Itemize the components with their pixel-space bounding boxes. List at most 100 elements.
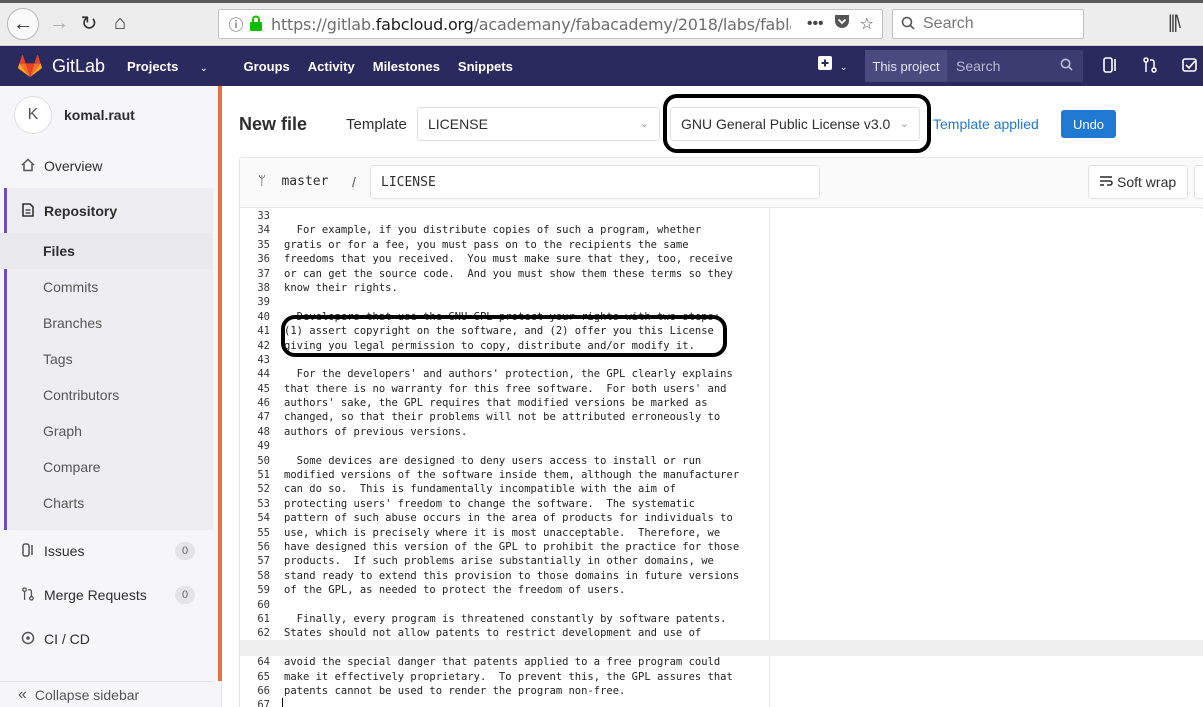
code-line[interactable]: 59 of the GPL, as needed to protect the f… — [240, 583, 769, 598]
code-line[interactable]: 62 States should not allow patents to res… — [240, 626, 769, 641]
library-icon[interactable]: |||\ — [1168, 12, 1181, 33]
code-line[interactable]: 65 make it effectively proprietary. To pr… — [240, 669, 769, 684]
todo-icon[interactable] — [1182, 57, 1198, 77]
editor-options-button[interactable] — [1194, 165, 1203, 199]
reload-icon[interactable]: ↻ — [74, 8, 104, 38]
nav-activity[interactable]: Activity — [308, 59, 355, 74]
new-menu-button[interactable]: ⌄ — [818, 56, 847, 73]
code-line[interactable]: 36 freedoms that you received. You must m… — [240, 252, 769, 267]
code-line[interactable]: 53 protecting users' freedom to change th… — [240, 496, 769, 512]
code-line[interactable]: 54 pattern of such abuse occurs in the ar… — [240, 511, 769, 526]
code-line[interactable]: 33 — [240, 209, 769, 224]
sidebar-subitem-files[interactable]: Files — [0, 233, 213, 269]
editor-blank-area[interactable] — [770, 209, 1203, 707]
pocket-icon[interactable] — [834, 14, 850, 34]
code-editor[interactable]: 33 34 For example, if you distribute copi… — [240, 209, 770, 707]
code-line[interactable]: 60 — [240, 597, 769, 612]
sidebar-subitem-charts[interactable]: Charts — [0, 485, 213, 521]
code-line[interactable]: 52 can do so. This is fundamentally incom… — [240, 482, 769, 497]
bookmark-star-icon[interactable]: ☆ — [860, 14, 874, 34]
line-number: 33 — [240, 209, 274, 224]
sidebar-item-overview[interactable]: Overview — [0, 148, 213, 184]
template-type-select[interactable]: LICENSE ⌄ — [417, 107, 660, 141]
line-number: 37 — [240, 266, 274, 281]
line-text: Finally, every program is threatened con… — [284, 612, 727, 625]
code-line[interactable]: 45 that there is no warranty for this fre… — [240, 381, 769, 397]
code-line[interactable]: 48 authors of previous versions. — [240, 424, 769, 440]
line-number: 67 — [240, 698, 274, 707]
code-line[interactable]: 58 stand ready to extend this provision t… — [240, 568, 769, 584]
home-icon[interactable]: ⌂ — [105, 8, 135, 38]
line-number: 61 — [240, 611, 274, 627]
code-line[interactable]: 37 or can get the source code. And you mu… — [240, 266, 769, 281]
gitlab-logo[interactable]: GitLab — [18, 55, 105, 77]
code-line[interactable]: 56 have designed this version of the GPL … — [240, 539, 769, 555]
avatar: K — [14, 96, 52, 134]
branch-icon: ᛘ — [258, 174, 266, 189]
nav-snippets[interactable]: Snippets — [458, 59, 513, 74]
code-line[interactable]: 66 patents cannot be used to render the p… — [240, 683, 769, 699]
line-text: freedoms that you received. You must mak… — [284, 253, 733, 266]
undo-button[interactable]: Undo — [1061, 110, 1116, 138]
sidebar-subitem-branches[interactable]: Branches — [0, 305, 213, 341]
sidebar-item-issues[interactable]: Issues 0 — [0, 533, 213, 569]
nav-projects[interactable]: Projects ⌄ — [127, 59, 225, 74]
code-line[interactable]: 46 authors' sake, the GPL requires that m… — [240, 396, 769, 411]
sidebar-subitem-commits[interactable]: Commits — [0, 269, 213, 305]
back-arrow-icon[interactable]: ← — [7, 8, 39, 40]
line-text: that there is no warranty for this free … — [284, 382, 727, 395]
line-text: authors of previous versions. — [284, 425, 468, 438]
code-line[interactable]: 64 avoid the special danger that patents … — [240, 655, 769, 670]
line-number: 38 — [240, 280, 274, 296]
file-editor: ᛘ master / LICENSE Soft wrap 33 34 For ex… — [239, 157, 1203, 707]
home-icon — [18, 157, 38, 175]
line-text: protecting users' freedom to change the … — [284, 497, 695, 510]
forward-arrow-icon[interactable]: → — [44, 8, 74, 38]
gitlab-search-input[interactable]: Search — [947, 50, 1083, 82]
address-bar[interactable]: ⓘ https://gitlab.fabcloud.org/academany/… — [218, 9, 883, 39]
line-number: 59 — [240, 583, 274, 598]
sidebar-subitem-tags[interactable]: Tags — [0, 341, 213, 377]
code-line[interactable]: 38 know their rights. — [240, 280, 769, 296]
branch-label: ᛘ master — [258, 174, 329, 189]
code-line[interactable]: 44 For the developers' and authors' prot… — [240, 367, 769, 382]
collapse-sidebar-button[interactable]: « Collapse sidebar — [0, 681, 213, 707]
editor-scrollbar[interactable] — [240, 640, 1203, 656]
sidebar-item-cicd[interactable]: CI / CD — [0, 621, 213, 657]
sidebar-item-merge-requests[interactable]: Merge Requests 0 — [0, 577, 213, 613]
soft-wrap-button[interactable]: Soft wrap — [1088, 165, 1188, 199]
issues-icon[interactable] — [1103, 57, 1117, 77]
sidebar-subitem-contributors[interactable]: Contributors — [0, 377, 213, 413]
search-scope-badge[interactable]: This project — [865, 50, 947, 82]
code-line[interactable]: 50 Some devices are designed to deny use… — [240, 453, 769, 469]
line-text: make it effectively proprietary. To prev… — [284, 670, 733, 683]
code-line[interactable]: 35 gratis or for a fee, you must pass on … — [240, 237, 769, 253]
gitlab-fox-icon — [18, 55, 42, 77]
code-line[interactable]: 61 Finally, every program is threatened … — [240, 611, 769, 627]
sidebar-subitem-compare[interactable]: Compare — [0, 449, 213, 485]
code-line[interactable]: 34 For example, if you distribute copies… — [240, 223, 769, 238]
line-text: have designed this version of the GPL to… — [284, 540, 740, 553]
nav-groups[interactable]: Groups — [244, 59, 290, 74]
code-line[interactable]: 57 products. If such problems arise subst… — [240, 554, 769, 569]
sidebar-item-repository[interactable]: Repository — [0, 193, 213, 229]
code-line[interactable]: 47 changed, so that their problems will n… — [240, 410, 769, 425]
code-line[interactable]: 49 — [240, 439, 769, 454]
browser-search-input[interactable]: Search — [892, 9, 1084, 39]
code-line[interactable]: 67 — [240, 698, 769, 707]
line-text: can do so. This is fundamentally incompa… — [284, 483, 676, 496]
merge-request-icon[interactable] — [1143, 57, 1157, 77]
nav-milestones[interactable]: Milestones — [373, 59, 440, 74]
code-line[interactable]: 55 use, which is precisely where it is mo… — [240, 525, 769, 540]
code-line[interactable]: 51 modified versions of the software insi… — [240, 468, 769, 483]
line-text: changed, so that their problems will not… — [284, 411, 721, 424]
page-actions-icon[interactable]: ••• — [807, 15, 824, 33]
code-line[interactable]: 39 — [240, 295, 769, 310]
file-name-input[interactable]: LICENSE — [370, 165, 820, 199]
line-number: 34 — [240, 223, 274, 238]
search-icon — [1060, 58, 1073, 74]
info-icon[interactable]: ⓘ — [223, 14, 249, 35]
line-number: 36 — [240, 252, 274, 267]
project-header[interactable]: K komal.raut — [14, 96, 135, 134]
sidebar-subitem-graph[interactable]: Graph — [0, 413, 213, 449]
